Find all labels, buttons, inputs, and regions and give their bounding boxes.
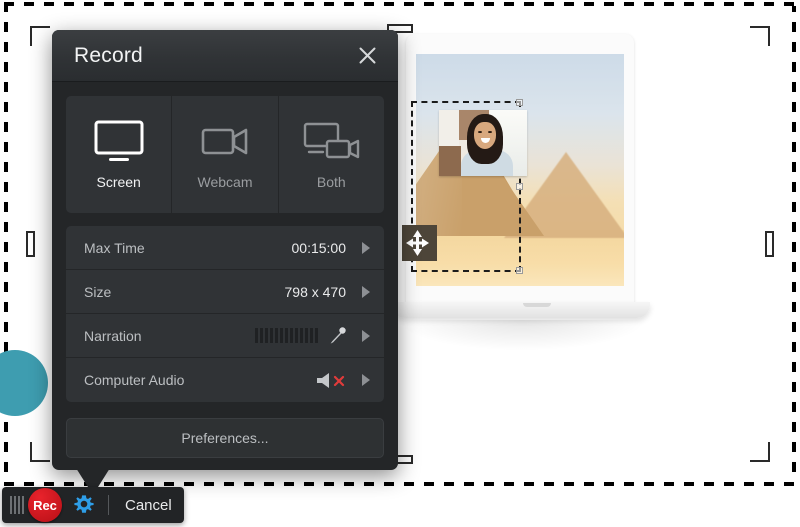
dialog-title: Record bbox=[74, 43, 143, 67]
recording-toolbar: Rec Cancel bbox=[2, 487, 184, 523]
microphone-icon bbox=[328, 325, 348, 346]
setting-value-max-time: 00:15:00 bbox=[291, 239, 347, 256]
crop-handle-top-right[interactable] bbox=[750, 26, 770, 46]
move-cursor-icon[interactable] bbox=[402, 225, 437, 261]
record-button[interactable]: Rec bbox=[28, 488, 62, 522]
setting-row-computer-audio[interactable]: Computer Audio bbox=[66, 358, 384, 402]
close-icon[interactable] bbox=[352, 41, 382, 71]
audio-level-meter bbox=[255, 328, 318, 343]
webcam-person-face bbox=[474, 122, 496, 149]
setting-value-size: 798 x 470 bbox=[284, 283, 347, 300]
grip-handle-icon[interactable] bbox=[2, 496, 30, 514]
dialog-body: Screen Webcam Both Max Time 00:15:00 Siz… bbox=[52, 82, 398, 402]
gear-icon[interactable] bbox=[68, 489, 100, 521]
mode-option-webcam[interactable]: Webcam bbox=[172, 96, 279, 213]
cancel-button[interactable]: Cancel bbox=[117, 497, 180, 514]
chevron-right-icon[interactable] bbox=[362, 241, 370, 254]
mode-option-screen-label: Screen bbox=[96, 174, 141, 190]
webcam-preview-thumbnail bbox=[439, 110, 527, 176]
video-camera-icon bbox=[193, 119, 257, 165]
setting-row-size[interactable]: Size 798 x 470 bbox=[66, 270, 384, 314]
laptop-notch bbox=[523, 303, 551, 307]
crop-handle-top-left[interactable] bbox=[30, 26, 50, 46]
crop-handle-bottom-right[interactable] bbox=[750, 442, 770, 462]
monitor-and-camera-icon bbox=[299, 119, 363, 165]
crop-handle-middle-left[interactable] bbox=[26, 231, 35, 257]
setting-row-max-time[interactable]: Max Time 00:15:00 bbox=[66, 226, 384, 270]
resize-handle-middle-right[interactable] bbox=[516, 182, 523, 190]
laptop-base bbox=[392, 302, 650, 318]
laptop-shadow bbox=[400, 320, 644, 350]
record-dialog: Record Screen Webcam Both Max Time 00:15… bbox=[52, 30, 398, 495]
chevron-right-icon[interactable] bbox=[362, 285, 370, 298]
monitor-icon bbox=[87, 119, 151, 165]
setting-label-size: Size bbox=[84, 283, 112, 300]
webcam-bg-wall-low bbox=[439, 146, 461, 176]
mode-option-screen[interactable]: Screen bbox=[66, 96, 173, 213]
speaker-muted-icon bbox=[314, 371, 348, 390]
resize-handle-top-right[interactable] bbox=[516, 99, 523, 106]
dialog-header: Record bbox=[52, 30, 398, 82]
crop-handle-middle-right[interactable] bbox=[765, 231, 774, 257]
crop-handle-bottom-left[interactable] bbox=[30, 442, 50, 462]
setting-label-computer-audio: Computer Audio bbox=[84, 372, 185, 388]
resize-handle-bottom-right[interactable] bbox=[516, 267, 523, 274]
chevron-right-icon[interactable] bbox=[362, 329, 370, 342]
setting-row-narration[interactable]: Narration bbox=[66, 314, 384, 358]
record-mode-selector: Screen Webcam Both bbox=[66, 96, 384, 213]
mode-option-both-label: Both bbox=[316, 174, 346, 190]
mode-option-webcam-label: Webcam bbox=[197, 174, 253, 190]
setting-label-narration: Narration bbox=[84, 327, 142, 344]
preferences-button[interactable]: Preferences... bbox=[66, 418, 384, 458]
setting-label-max-time: Max Time bbox=[84, 239, 145, 256]
chevron-right-icon[interactable] bbox=[362, 374, 370, 386]
webcam-person-eye-left bbox=[478, 131, 482, 133]
webcam-person-eye-right bbox=[488, 131, 492, 133]
mode-option-both[interactable]: Both bbox=[279, 96, 384, 213]
toolbar-divider bbox=[108, 495, 109, 515]
teal-accent-circle bbox=[0, 350, 48, 416]
settings-list: Max Time 00:15:00 Size 798 x 470 Narrati… bbox=[66, 226, 384, 402]
